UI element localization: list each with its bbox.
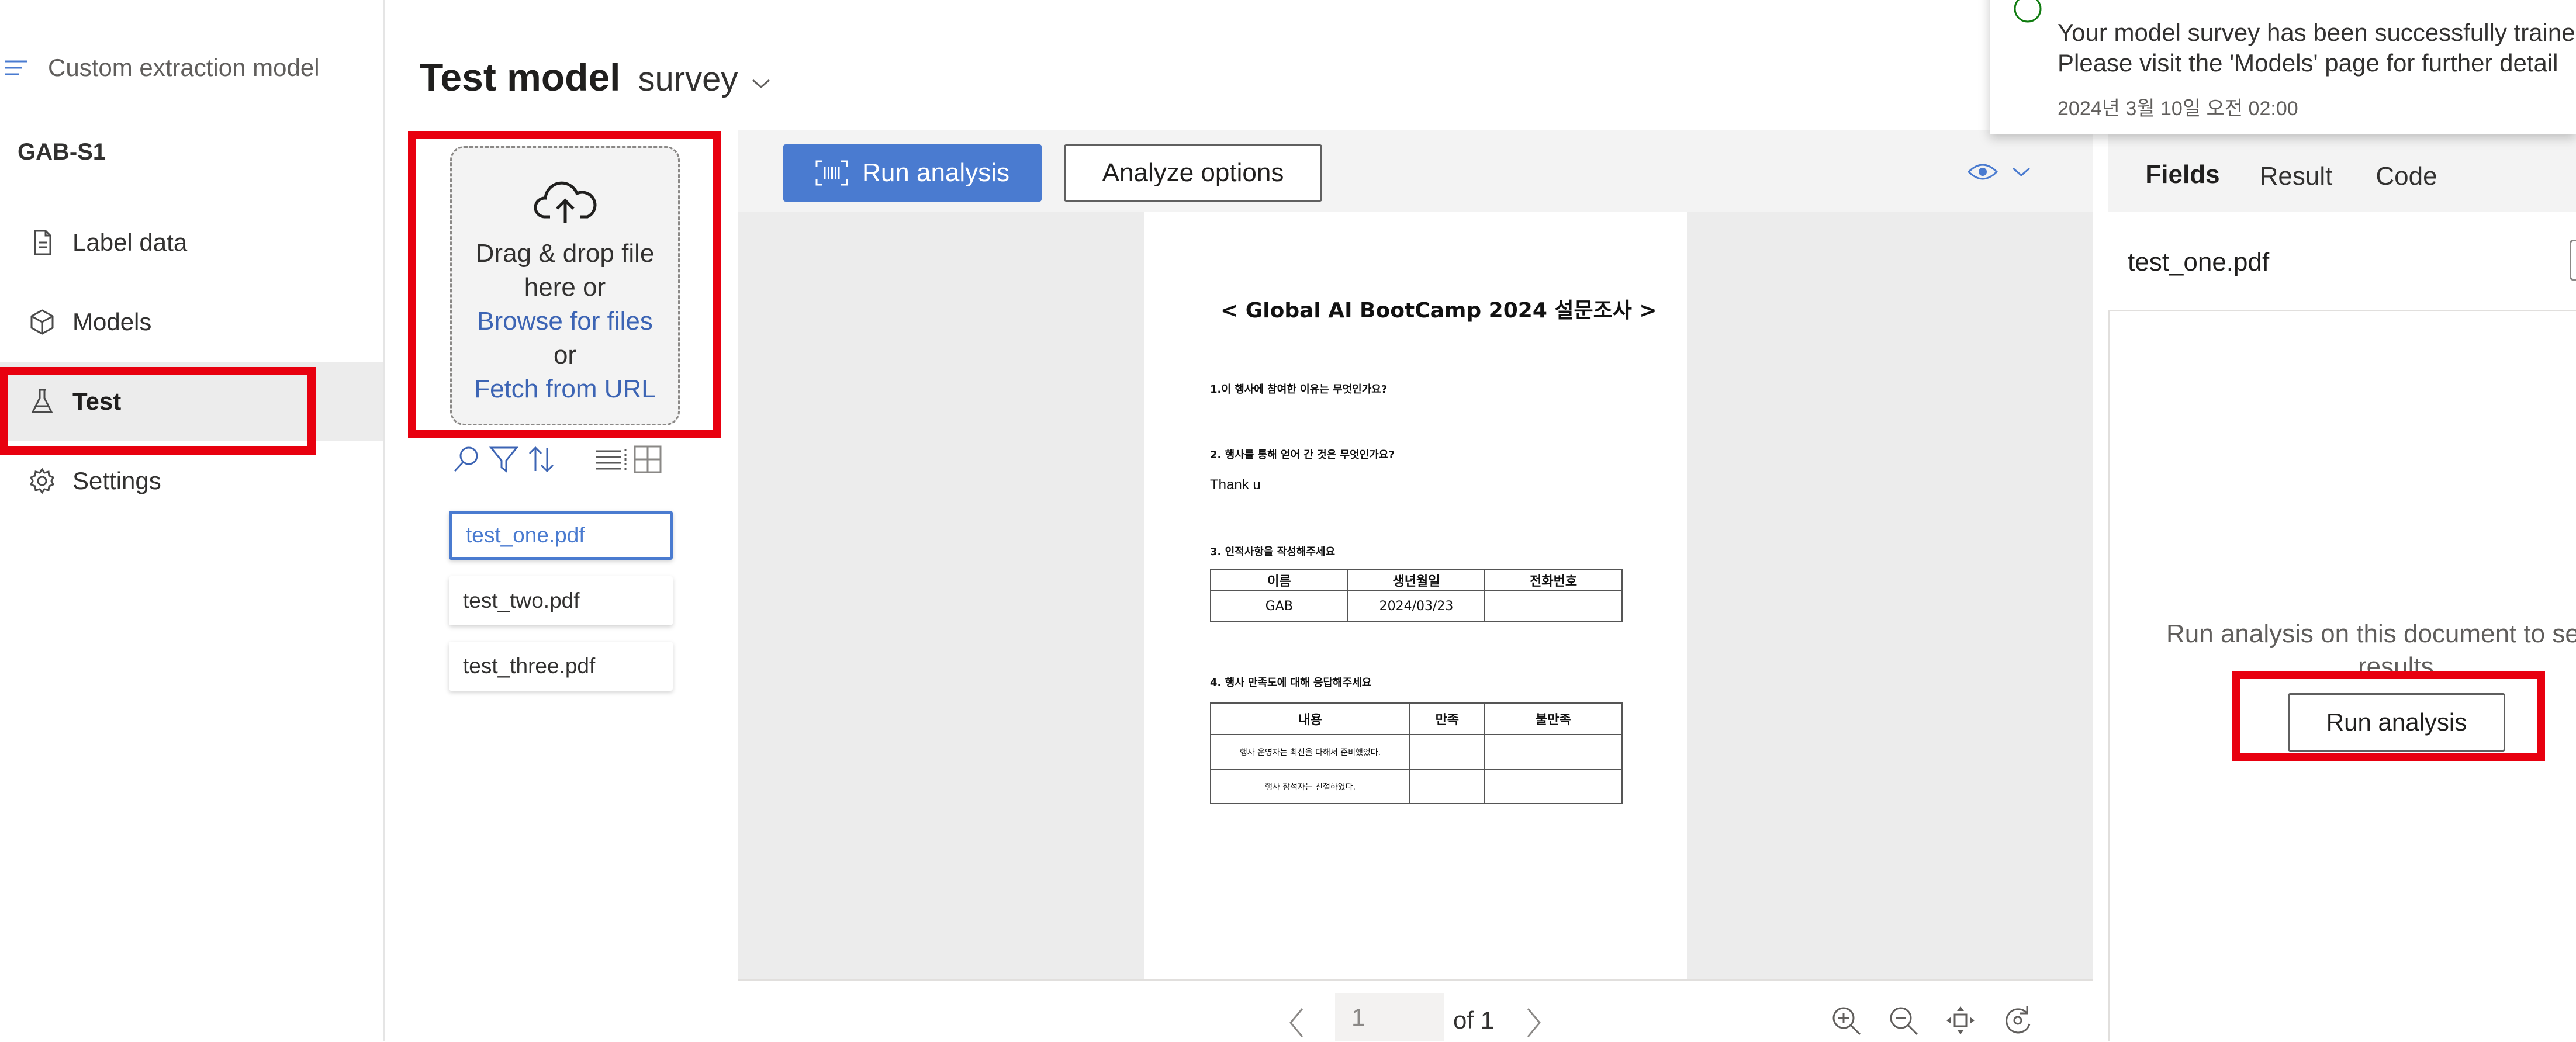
zoom-in-icon[interactable] [1830, 1004, 1862, 1037]
sort-icon[interactable] [526, 444, 556, 475]
notification-message-line1: Your model survey has been successfully … [2058, 19, 2575, 46]
notification-timestamp: 2024년 3월 10일 오전 02:00 [2058, 98, 2298, 120]
sidebar-title: Custom extraction model [48, 54, 320, 81]
sidebar: Custom extraction model GAB-S1 Label dat… [0, 0, 385, 1041]
document-title: < Global AI BootCamp 2024 설문조사 > [1220, 299, 1657, 323]
page-header: Test model survey [420, 55, 772, 99]
file-item-test-two[interactable]: test_two.pdf [449, 576, 673, 625]
cube-icon [30, 309, 54, 335]
sidebar-item-label: Label data [72, 229, 188, 256]
tab-result[interactable]: Result [2239, 144, 2353, 209]
page-count: of 1 [1453, 1006, 1495, 1034]
file-item-test-three[interactable]: test_three.pdf [449, 642, 673, 691]
table-cell [1484, 734, 1623, 770]
view-options-toggle[interactable] [1968, 160, 2032, 184]
model-name[interactable]: survey [638, 60, 738, 99]
table-cell: 행사 운영자는 최선을 다해서 준비했었다. [1210, 734, 1410, 770]
notification-message-line2: Please visit the 'Models' page for furth… [2058, 49, 2558, 77]
file-list-toolbar [451, 444, 663, 475]
table-cell [1409, 734, 1485, 770]
results-file-name: test_one.pdf [2128, 248, 2270, 276]
table-row: 행사 운영자는 최선을 다해서 준비했었다. [1210, 734, 1623, 770]
table-cell [1484, 590, 1623, 622]
run-analysis-button[interactable]: Run analysis [783, 144, 1042, 202]
analyze-options-button[interactable]: Analyze options [1064, 144, 1322, 202]
tab-code[interactable]: Code [2357, 144, 2456, 209]
table-header: 전화번호 [1484, 569, 1623, 591]
table-cell [1409, 769, 1485, 804]
eye-icon [1968, 164, 1998, 180]
highlight-box-run-analysis [2232, 671, 2545, 761]
sidebar-item-models[interactable]: Models [0, 283, 383, 361]
chevron-left-icon[interactable] [1286, 1005, 1307, 1040]
table-header: 만족 [1409, 702, 1485, 735]
table-cell: 2024/03/23 [1347, 590, 1486, 622]
table-row: 행사 참석자는 친절하였다. [1210, 769, 1623, 804]
table-header: 내용 [1210, 702, 1410, 735]
page-title: Test model [420, 56, 621, 99]
grid-view-icon[interactable] [632, 444, 663, 475]
document-question-2: 2. 행사를 통해 얻어 간 것은 무엇인가요? [1210, 449, 1395, 461]
table-cell: 행사 참석자는 친절하였다. [1210, 769, 1410, 804]
file-item-test-one[interactable]: test_one.pdf [449, 511, 673, 560]
table-cell [1484, 769, 1623, 804]
chevron-down-icon [2013, 167, 2030, 176]
notification-toast: Your model survey has been successfully … [1990, 0, 2576, 134]
table-header: 생년월일 [1347, 569, 1486, 591]
document-answer-2: Thank u [1210, 477, 1261, 493]
list-view-icon[interactable] [594, 444, 629, 475]
document-question-1: 1.이 행사에 참여한 이유는 무엇인가요? [1210, 383, 1388, 396]
barcode-scan-icon [815, 160, 848, 186]
gear-icon [29, 468, 55, 494]
chevron-right-icon[interactable] [1523, 1005, 1544, 1040]
sidebar-item-label-data[interactable]: Label data [0, 203, 383, 282]
table-cell: GAB [1210, 590, 1348, 622]
project-name: GAB-S1 [18, 139, 106, 165]
zoom-out-icon[interactable] [1887, 1004, 1920, 1037]
menu-icon [5, 60, 27, 75]
highlight-box-upload [408, 131, 721, 438]
table-row: GAB 2024/03/23 [1210, 590, 1623, 622]
results-empty-message: Run analysis on this document to see [2166, 619, 2576, 648]
document-question-4: 4. 행사 만족도에 대해 응답해주세요 [1210, 677, 1372, 689]
filter-icon[interactable] [489, 444, 519, 475]
page-number-input[interactable]: 1 [1335, 993, 1444, 1041]
sidebar-item-label: Settings [72, 467, 161, 494]
chevron-down-icon[interactable] [751, 77, 772, 91]
sidebar-item-label: Models [72, 308, 152, 335]
tab-fields[interactable]: Fields [2130, 144, 2235, 209]
results-options-button[interactable] [2570, 240, 2576, 281]
run-analysis-label: Run analysis [862, 158, 1009, 187]
personal-info-table: 이름 생년월일 전화번호 GAB 2024/03/23 [1210, 569, 1623, 622]
sidebar-header[interactable]: Custom extraction model [4, 54, 320, 82]
search-icon[interactable] [451, 444, 482, 475]
document-question-3: 3. 인적사항을 작성해주세요 [1210, 546, 1336, 558]
rotate-icon[interactable] [2001, 1004, 2034, 1037]
fit-to-page-icon[interactable] [1944, 1004, 1977, 1037]
table-header: 불만족 [1484, 702, 1623, 735]
document-icon [34, 230, 51, 255]
satisfaction-table: 내용 만족 불만족 행사 운영자는 최선을 다해서 준비했었다. 행사 참석자는… [1210, 702, 1623, 804]
highlight-box-test-nav [0, 367, 316, 455]
success-icon [2014, 0, 2042, 23]
document-page: < Global AI BootCamp 2024 설문조사 > 1.이 행사에… [1144, 212, 1687, 979]
table-header: 이름 [1210, 569, 1348, 591]
